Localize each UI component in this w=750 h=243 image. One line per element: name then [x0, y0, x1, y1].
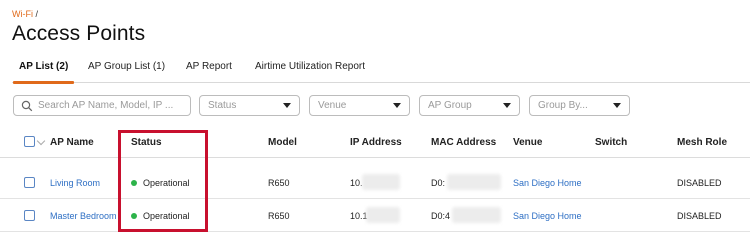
search-icon [21, 100, 33, 112]
column-header-switch[interactable]: Switch [595, 137, 627, 148]
row-checkbox[interactable] [24, 210, 35, 221]
ap-name-link[interactable]: Living Room [50, 178, 100, 188]
page-title: Access Points [12, 22, 146, 45]
venue-link[interactable]: San Diego Home [513, 211, 582, 221]
ap-group-select[interactable]: AP Group [419, 95, 520, 116]
redacted-mac-block [452, 207, 501, 223]
status-dot-icon [131, 180, 137, 186]
breadcrumb-separator: / [35, 9, 39, 19]
chevron-down-icon[interactable] [36, 136, 46, 146]
venue-select[interactable]: Venue [309, 95, 410, 116]
venue-select-placeholder: Venue [318, 100, 347, 111]
table-row: Living Room Operational R650 10. D0: San… [0, 166, 750, 199]
status-text: Operational [143, 211, 190, 221]
redacted-ip-block [366, 207, 400, 223]
redacted-mac-block [447, 174, 501, 190]
breadcrumb: Wi-Fi / [12, 9, 38, 19]
model-cell: R650 [268, 211, 290, 221]
mac-address-cell: D0: [431, 178, 446, 188]
group-by-select-placeholder: Group By... [538, 100, 588, 111]
column-header-mesh-role[interactable]: Mesh Role [677, 137, 727, 148]
model-cell: R650 [268, 178, 290, 188]
tab-airtime-utilization-report[interactable]: Airtime Utilization Report [255, 61, 365, 83]
row-checkbox[interactable] [24, 177, 35, 188]
column-header-venue[interactable]: Venue [513, 137, 542, 148]
caret-down-icon [283, 103, 291, 108]
caret-down-icon [613, 103, 621, 108]
column-header-ap-name[interactable]: AP Name [50, 137, 94, 148]
redacted-ip-block [362, 174, 400, 190]
ap-group-select-placeholder: AP Group [428, 100, 472, 111]
status-dot-icon [131, 213, 137, 219]
status-text: Operational [143, 178, 190, 188]
column-header-status[interactable]: Status [131, 137, 162, 148]
status-cell: Operational [131, 211, 190, 221]
caret-down-icon [393, 103, 401, 108]
search-input[interactable]: Search AP Name, Model, IP ... [13, 95, 191, 116]
mesh-role-cell: DISABLED [677, 178, 722, 188]
ip-address-cell: 10.1 [350, 211, 368, 221]
venue-link[interactable]: San Diego Home [513, 178, 582, 188]
ip-address-cell: 10. [350, 178, 363, 188]
table-header: AP Name Status Model IP Address MAC Addr… [0, 128, 750, 158]
column-header-mac-address[interactable]: MAC Address [431, 137, 496, 148]
group-by-select[interactable]: Group By... [529, 95, 630, 116]
mesh-role-cell: DISABLED [677, 211, 722, 221]
mac-address-cell: D0:4 [431, 211, 451, 221]
table-row: Master Bedroom Operational R650 10.1 D0:… [0, 199, 750, 232]
tab-bar: AP List (2) AP Group List (1) AP Report … [12, 57, 750, 84]
caret-down-icon [503, 103, 511, 108]
breadcrumb-wifi-link[interactable]: Wi-Fi [12, 9, 33, 19]
ap-name-link[interactable]: Master Bedroom [50, 211, 117, 221]
tab-ap-list[interactable]: AP List (2) [12, 61, 75, 84]
select-all-checkbox[interactable] [24, 136, 35, 147]
status-cell: Operational [131, 178, 190, 188]
status-select[interactable]: Status [199, 95, 300, 116]
filter-bar: Search AP Name, Model, IP ... Status Ven… [0, 95, 750, 117]
column-header-ip-address[interactable]: IP Address [350, 137, 402, 148]
status-select-placeholder: Status [208, 100, 237, 111]
search-placeholder: Search AP Name, Model, IP ... [38, 100, 174, 111]
column-header-model[interactable]: Model [268, 137, 297, 148]
tab-ap-report[interactable]: AP Report [186, 61, 232, 83]
tab-ap-group-list[interactable]: AP Group List (1) [88, 61, 165, 83]
